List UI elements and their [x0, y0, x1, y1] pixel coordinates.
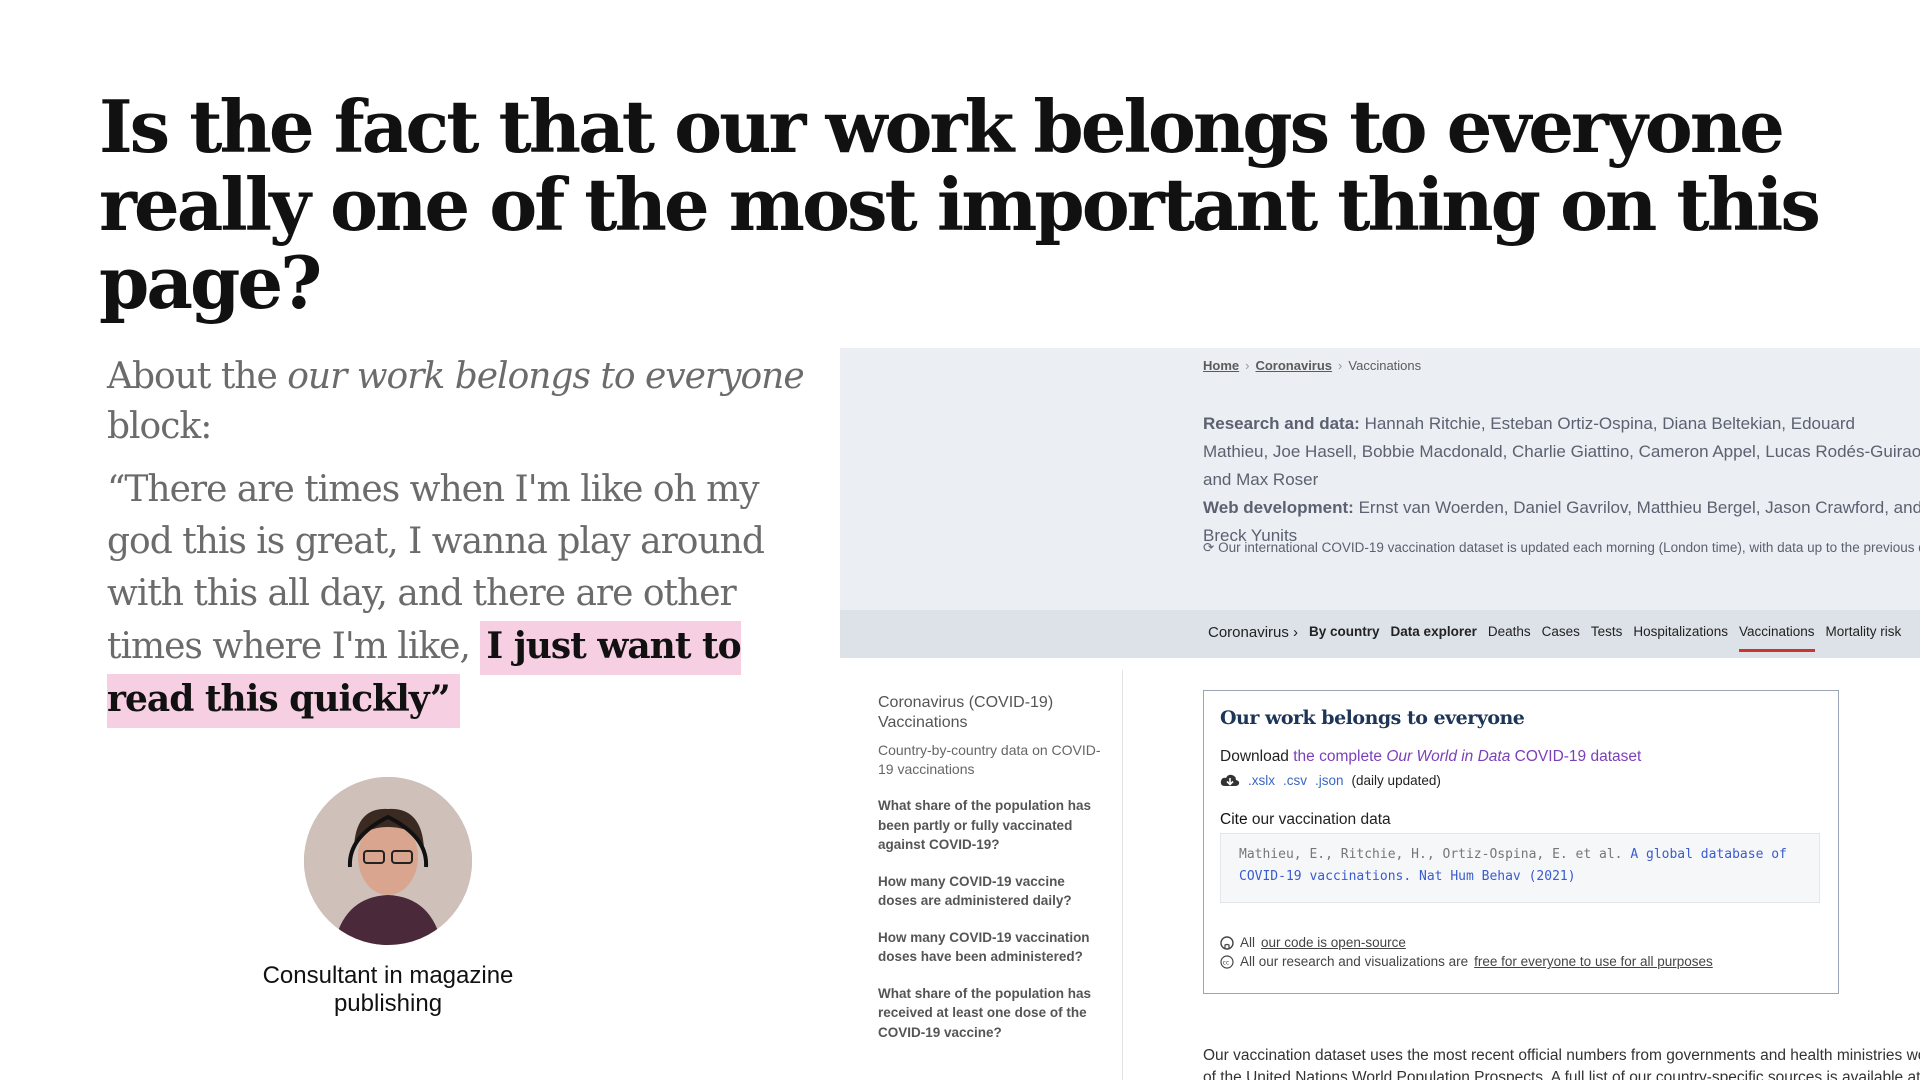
intro-line-1: Our vaccination dataset uses the most re… [1203, 1047, 1920, 1064]
quote-intro-prefix: About the [107, 356, 278, 397]
github-icon [1220, 935, 1234, 950]
svg-text:cc: cc [1223, 959, 1230, 966]
webdev-label: Web development: [1203, 498, 1354, 517]
quote-intro-suffix: block: [107, 406, 212, 447]
citation-plain: Mathieu, E., Ritchie, H., Ortiz-Ospina, … [1239, 847, 1623, 862]
breadcrumb: Home › Coronavirus › Vaccinations [1203, 358, 1421, 373]
update-note-text: Our international COVID-19 vaccination d… [1218, 540, 1920, 555]
quote-intro: About the our work belongs to everyone b… [107, 352, 807, 452]
sidebar-divider [1122, 670, 1123, 1080]
nav-item-deaths[interactable]: Deaths [1488, 624, 1531, 652]
toc-title[interactable]: Coronavirus (COVID-19) Vaccinations [878, 693, 1103, 733]
intro-paragraph: Our vaccination dataset uses the most re… [1203, 1045, 1920, 1080]
intro-line-2: of the United Nations World Population P… [1203, 1069, 1920, 1080]
quote-block: About the our work belongs to everyone b… [107, 352, 807, 728]
cite-text: our vaccination data [1251, 811, 1391, 828]
quote-text: “There are times when I'm like oh my god… [107, 464, 787, 728]
nav-item-mortality-risk[interactable]: Mortality risk [1826, 624, 1902, 652]
citation-box[interactable]: Mathieu, E., Ritchie, H., Ortiz-Ospina, … [1220, 833, 1820, 903]
nav-item-vaccinations[interactable]: Vaccinations [1738, 624, 1815, 652]
nav-item-tests[interactable]: Tests [1591, 624, 1623, 652]
download-csv-link[interactable]: .csv [1283, 773, 1307, 788]
nav-item-by-country[interactable]: By country [1309, 624, 1380, 652]
update-note: ⟳ Our international COVID-19 vaccination… [1203, 540, 1920, 556]
research-label: Research and data: [1203, 414, 1360, 433]
avatar [304, 777, 472, 945]
open-source-link[interactable]: our code is open-source [1261, 935, 1406, 950]
chevron-right-icon: › [1338, 358, 1343, 373]
page-header: Home › Coronavirus › Vaccinations Research a… [840, 348, 1920, 610]
topic-nav: Coronavirus › By country Data explorer D… [840, 610, 1920, 658]
card-title: Our work belongs to everyone [1220, 707, 1525, 729]
toc-item[interactable]: What share of the population has been pa… [878, 796, 1103, 855]
toc-item[interactable]: How many COVID-19 vaccination doses have… [878, 928, 1103, 967]
chevron-right-icon: › [1245, 358, 1250, 373]
avatar-caption: Consultant in magazine publishing [262, 962, 514, 1017]
download-xlsx-link[interactable]: .xslx [1248, 773, 1275, 788]
license-link[interactable]: free for everyone to use for all purpose… [1474, 954, 1713, 969]
cloud-download-icon [1220, 774, 1240, 786]
breadcrumb-current: Vaccinations [1348, 358, 1422, 373]
download-json-link[interactable]: .json [1315, 773, 1344, 788]
refresh-icon: ⟳ [1203, 540, 1215, 555]
cite-line: Cite our vaccination data [1220, 811, 1391, 829]
files-note: (daily updated) [1351, 773, 1441, 788]
breadcrumb-home[interactable]: Home [1203, 358, 1239, 373]
authors: Research and data: Hannah Ritchie, Esteb… [1203, 410, 1920, 550]
toc-subtitle: Country-by-country data on COVID-19 vacc… [878, 742, 1101, 777]
license-line: cc All our research and visualizations a… [1220, 954, 1713, 969]
breadcrumb-coronavirus[interactable]: Coronavirus [1255, 358, 1332, 373]
code-prefix: All [1240, 935, 1256, 950]
nav-item-data-explorer[interactable]: Data explorer [1391, 624, 1477, 652]
download-line: Download the complete Our World in Data … [1220, 748, 1641, 766]
toc-item[interactable]: What share of the population has receive… [878, 984, 1103, 1043]
slide-title: Is the fact that our work belongs to eve… [99, 84, 1821, 325]
nav-item-hospitalizations[interactable]: Hospitalizations [1633, 624, 1728, 652]
our-work-belongs-card: Our work belongs to everyone Download th… [1203, 690, 1839, 994]
creative-commons-icon: cc [1220, 954, 1234, 969]
embedded-screenshot: Home › Coronavirus › Vaccinations Research a… [840, 348, 1920, 1080]
nav-root-coronavirus[interactable]: Coronavirus › [1208, 624, 1298, 652]
nav-item-cases[interactable]: Cases [1542, 624, 1580, 652]
research-prefix: All our research and visualizations are [1240, 954, 1469, 969]
cite-label: Cite [1220, 811, 1248, 828]
code-line: All our code is open-source [1220, 935, 1406, 950]
download-label: Download [1220, 748, 1289, 765]
toc-sidebar: Coronavirus (COVID-19) Vaccinations Coun… [878, 693, 1103, 1042]
download-files: .xslx .csv .json (daily updated) [1220, 773, 1441, 788]
avatar-portrait [304, 777, 472, 945]
toc-item[interactable]: How many COVID-19 vaccine doses are admi… [878, 872, 1103, 911]
quote-intro-emphasis: our work belongs to everyone [287, 356, 804, 397]
download-dataset-link[interactable]: the complete Our World in Data COVID-19 … [1293, 748, 1641, 765]
